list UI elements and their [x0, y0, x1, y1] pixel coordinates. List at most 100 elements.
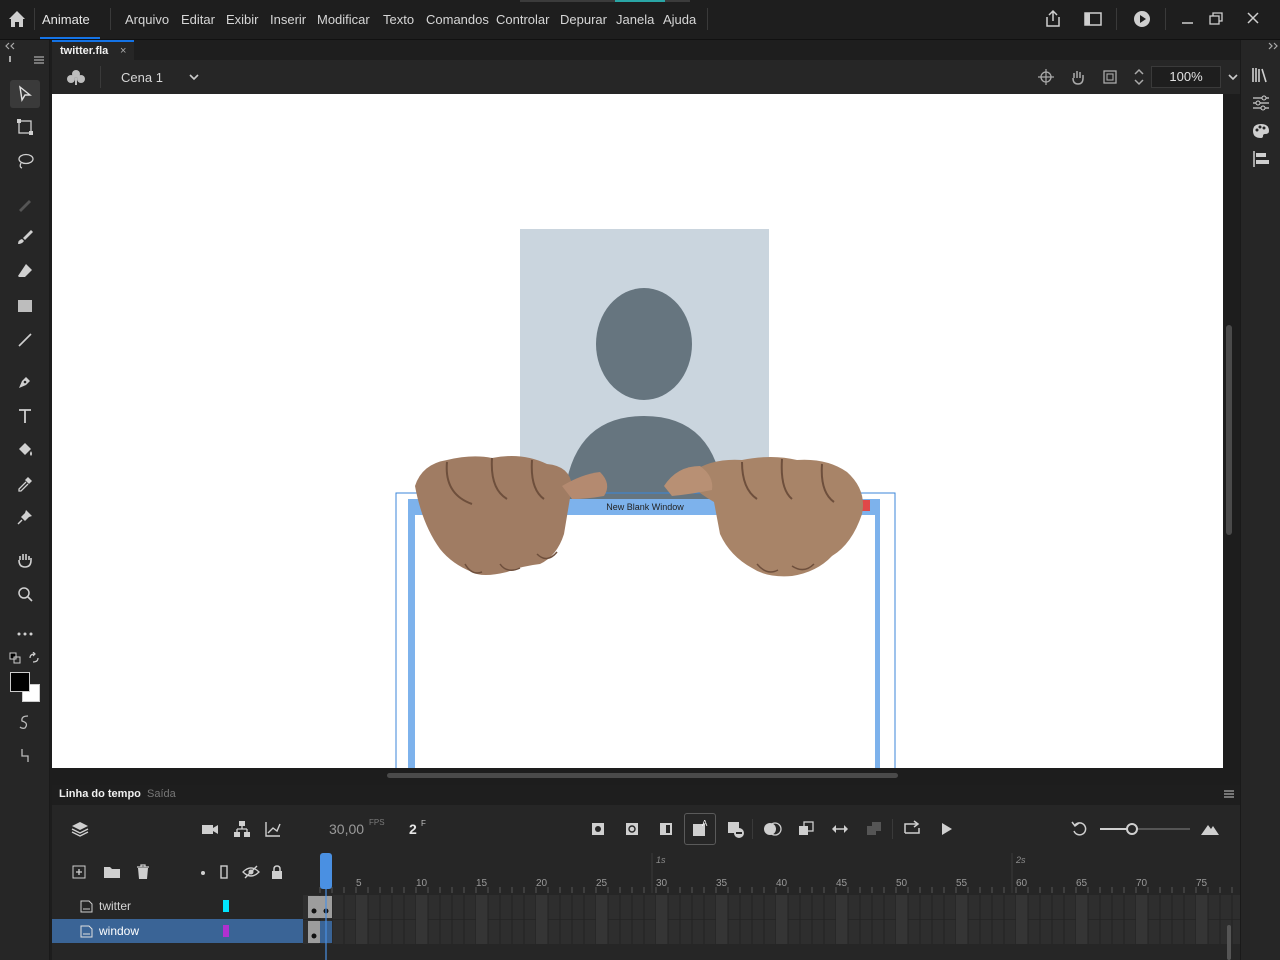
- stage-vertical-scrollbar[interactable]: [1226, 325, 1232, 535]
- playhead-handle[interactable]: [320, 853, 332, 889]
- edit-multiple-frames-icon[interactable]: [796, 819, 816, 839]
- graph-icon[interactable]: [263, 819, 283, 839]
- motion-tween-icon[interactable]: [864, 819, 884, 839]
- menu-comandos[interactable]: Comandos: [426, 12, 489, 27]
- timeline-menu-icon[interactable]: [1223, 789, 1235, 799]
- menu-exibir[interactable]: Exibir: [226, 12, 259, 27]
- center-stage-icon[interactable]: [1037, 68, 1055, 86]
- fit-timeline-icon[interactable]: [1070, 819, 1090, 839]
- classic-tween-icon[interactable]: [830, 819, 850, 839]
- close-icon[interactable]: [1242, 9, 1264, 29]
- frames-scrollbar[interactable]: [1227, 925, 1231, 960]
- subselection-tool[interactable]: [10, 190, 40, 218]
- restore-icon[interactable]: [1205, 9, 1227, 29]
- current-frame-value[interactable]: 2: [409, 821, 417, 837]
- tab-output[interactable]: Saída: [147, 788, 176, 800]
- timeline-frames[interactable]: 5 10 15 20 25 30 35 40 45 50 55 60 65 70 75 1s 2s: [303, 853, 1240, 960]
- properties-icon[interactable]: [1251, 94, 1271, 112]
- library-icon[interactable]: [1251, 66, 1271, 84]
- new-layer-icon[interactable]: [71, 864, 87, 880]
- frame-ruler[interactable]: [303, 853, 1240, 893]
- menu-janela[interactable]: Janela: [616, 12, 654, 27]
- visibility-eye-icon[interactable]: [242, 864, 260, 880]
- zoom-field[interactable]: 100%: [1151, 66, 1221, 88]
- frame-row-twitter[interactable]: [303, 895, 1240, 919]
- layer-color-swatch[interactable]: [223, 925, 229, 937]
- timeline-zoom-slider-thumb[interactable]: [1126, 823, 1138, 835]
- play-icon[interactable]: [936, 819, 956, 839]
- document-tab[interactable]: twitter.fla ×: [52, 40, 134, 60]
- avatar-placeholder[interactable]: [520, 229, 769, 499]
- mountain-zoom-icon[interactable]: [1200, 819, 1220, 839]
- delete-layer-icon[interactable]: [135, 864, 151, 880]
- hand-tool[interactable]: [10, 546, 40, 574]
- more-tools[interactable]: [10, 620, 40, 648]
- menu-controlar[interactable]: Controlar: [496, 12, 549, 27]
- color-palette-icon[interactable]: [1251, 122, 1271, 140]
- menu-ajuda[interactable]: Ajuda: [663, 12, 696, 27]
- keyframe-cell[interactable]: [308, 921, 320, 943]
- insert-frame-icon[interactable]: [656, 819, 676, 839]
- pin-tool[interactable]: [10, 503, 40, 531]
- insert-keyframe-icon[interactable]: [588, 819, 608, 839]
- panel-menu-icon[interactable]: [33, 55, 45, 65]
- eraser-tool[interactable]: [10, 257, 40, 285]
- fps-value[interactable]: 30,00: [329, 821, 364, 837]
- rotation-tool-icon[interactable]: [1069, 68, 1087, 86]
- eyedropper-tool[interactable]: [10, 470, 40, 498]
- outline-toggle-icon[interactable]: [218, 864, 230, 880]
- document-tab-close-icon[interactable]: ×: [120, 45, 126, 57]
- frame-row-window[interactable]: [303, 920, 1240, 944]
- test-movie-icon[interactable]: [1131, 9, 1153, 29]
- clip-canvas-icon[interactable]: [1101, 68, 1119, 86]
- free-transform-tool[interactable]: [10, 113, 40, 141]
- home-icon[interactable]: [6, 8, 28, 30]
- lasso-tool[interactable]: [10, 147, 40, 175]
- menu-editar[interactable]: Editar: [181, 12, 215, 27]
- rectangle-tool[interactable]: [10, 292, 40, 320]
- layer-parenting-icon[interactable]: [232, 819, 252, 839]
- default-colors-icon[interactable]: [9, 652, 21, 664]
- straighten-icon[interactable]: [18, 746, 32, 764]
- loop-playback-icon[interactable]: [902, 819, 922, 839]
- highlight-layers-dot-icon[interactable]: [201, 871, 205, 875]
- paint-bucket-tool[interactable]: [10, 436, 40, 464]
- camera-icon[interactable]: [200, 819, 220, 839]
- align-icon[interactable]: [1251, 150, 1271, 168]
- menu-inserir[interactable]: Inserir: [270, 12, 306, 27]
- expand-panel-icon[interactable]: [1267, 42, 1279, 50]
- stage-horizontal-scrollbar[interactable]: [387, 773, 898, 778]
- keyframe-cell[interactable]: [308, 896, 320, 918]
- menu-arquivo[interactable]: Arquivo: [125, 12, 169, 27]
- onion-skin-icon[interactable]: [762, 819, 782, 839]
- timeline-zoom-slider-track[interactable]: [1100, 823, 1190, 835]
- layers-icon[interactable]: [70, 819, 90, 839]
- collapse-panel-icon[interactable]: [4, 42, 16, 50]
- layer-row-window[interactable]: window: [52, 919, 303, 943]
- tab-timeline[interactable]: Linha do tempo: [59, 788, 141, 800]
- zoom-dropdown-chevron-icon[interactable]: [1227, 72, 1239, 82]
- layer-row-twitter[interactable]: twitter: [52, 894, 303, 918]
- swap-colors-icon[interactable]: [28, 652, 40, 664]
- layer-color-swatch[interactable]: [223, 900, 229, 912]
- menu-modificar[interactable]: Modificar: [317, 12, 370, 27]
- menu-depurar[interactable]: Depurar: [560, 12, 607, 27]
- zoom-tool[interactable]: [10, 580, 40, 608]
- new-folder-icon[interactable]: [103, 864, 121, 880]
- text-tool[interactable]: [10, 402, 40, 430]
- line-tool[interactable]: [10, 326, 40, 354]
- lock-icon[interactable]: [270, 864, 284, 880]
- workspace-icon[interactable]: [1082, 9, 1104, 29]
- scene-dropdown-chevron-icon[interactable]: [188, 72, 200, 82]
- smooth-icon[interactable]: [17, 713, 33, 731]
- selection-tool[interactable]: [10, 80, 40, 108]
- share-icon[interactable]: [1042, 9, 1064, 29]
- pen-tool[interactable]: [10, 368, 40, 396]
- zoom-stepper-icon[interactable]: [1132, 66, 1146, 88]
- auto-keyframe-toggle[interactable]: A: [684, 813, 716, 845]
- brush-tool[interactable]: [10, 223, 40, 251]
- minimize-icon[interactable]: [1177, 9, 1199, 29]
- stage-canvas[interactable]: New Blank Window: [52, 94, 1223, 768]
- stroke-color-swatch[interactable]: [10, 672, 30, 692]
- insert-blank-keyframe-icon[interactable]: [622, 819, 642, 839]
